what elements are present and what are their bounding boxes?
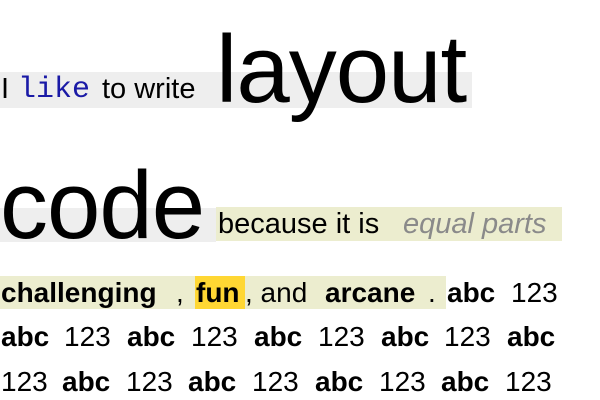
word-123: 123 [1,366,48,397]
word-arcane: arcane [325,277,416,308]
word-abc: abc [254,321,303,352]
word-like-code: like [18,73,91,107]
word-abc: abc [62,366,111,397]
word-abc: abc [381,321,430,352]
word-and: , and [245,277,308,308]
word-123: 123 [191,321,238,352]
word-123: 123 [252,366,299,397]
word-challenging: challenging [1,277,157,308]
word-because-it-is: because it is [218,208,380,240]
punct-period: . [428,277,436,308]
word-123: 123 [505,366,552,397]
word-equal-parts: equal parts [403,208,547,240]
word-fun: fun [196,277,240,308]
word-to-write: to write [102,73,196,105]
word-i: I [1,73,10,105]
word-abc: abc [127,321,176,352]
word-layout: layout [216,16,467,123]
word-123: 123 [126,366,173,397]
word-123: 123 [318,321,365,352]
punct-comma-1: , [176,277,184,308]
word-abc: abc [1,321,50,352]
word-code: code [0,152,205,259]
word-abc: abc [441,366,490,397]
word-123: 123 [511,277,558,308]
word-abc: abc [188,366,237,397]
word-abc: abc [447,277,496,308]
text-layout-canvas: I like to write layout code because it i… [0,0,600,400]
word-123: 123 [379,366,426,397]
word-abc: abc [315,366,364,397]
word-123: 123 [64,321,111,352]
word-123: 123 [444,321,491,352]
word-abc: abc [507,321,556,352]
